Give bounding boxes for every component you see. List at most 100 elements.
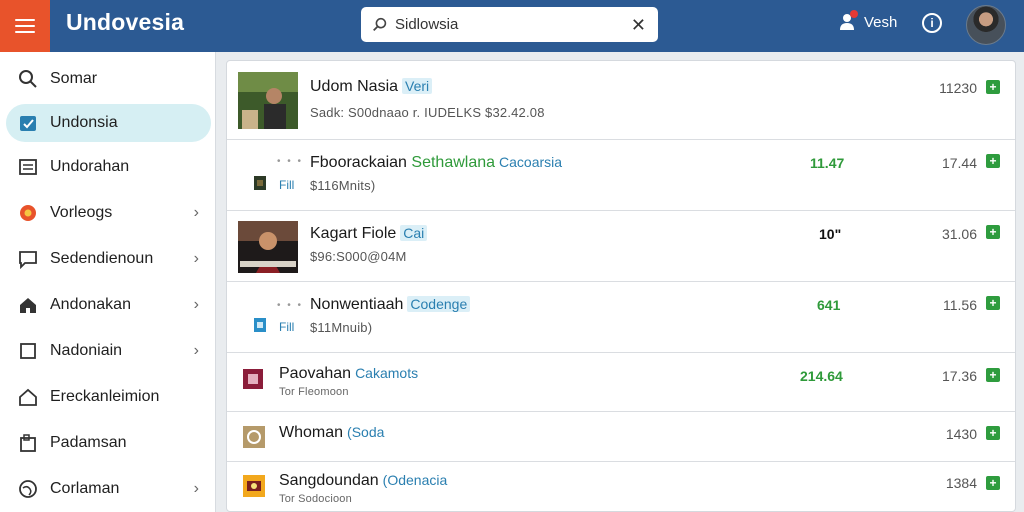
sidebar-item-label: Sedendienoun <box>50 250 154 267</box>
thumbnail-image <box>238 72 298 129</box>
item-title: Sangdoundan (Odenacia <box>279 472 448 489</box>
item-tag: Veri <box>402 78 433 94</box>
user-icon <box>840 10 858 30</box>
item-icon <box>243 369 263 389</box>
search-input[interactable] <box>395 16 631 33</box>
item-subtitle: $116Mnits) <box>310 178 376 193</box>
add-button[interactable]: + <box>986 296 1000 310</box>
item-value: 11230 <box>939 80 977 96</box>
item-tag: Cai <box>400 225 428 241</box>
item-value: 17.44 <box>941 155 977 171</box>
calendar-check-icon <box>18 113 38 133</box>
item-tag: Cakamots <box>355 365 419 381</box>
list-icon <box>18 157 38 177</box>
item-metric: 10" <box>819 226 842 242</box>
sidebar-item-sedendienoun[interactable]: Sedendienoun › <box>6 240 211 278</box>
item-icon <box>243 475 265 497</box>
sidebar-item-andonakan[interactable]: Andonakan › <box>6 286 211 324</box>
list-item[interactable]: Sangdoundan (Odenacia Tor Sodocioon 1384 … <box>227 462 1015 511</box>
add-button[interactable]: + <box>986 476 1000 490</box>
app-title: Undovesia <box>66 9 185 35</box>
avatar[interactable] <box>966 5 1006 45</box>
home-icon <box>18 295 38 315</box>
item-tag: (Soda <box>347 424 385 440</box>
sidebar-item-undorahan[interactable]: Undorahan <box>6 148 211 186</box>
item-title: Fboorackaian Sethawlana Cacoarsia <box>310 154 563 171</box>
sidebar-item-vorleogs[interactable]: Vorleogs › <box>6 194 211 232</box>
item-title: Udom Nasia Veri <box>310 78 433 96</box>
sidebar-item-ereckanleimion[interactable]: Ereckanleimion <box>6 378 211 416</box>
user-name: Vesh <box>864 13 898 31</box>
item-title: Nonwentiaah Codenge <box>310 296 471 314</box>
clear-search-icon[interactable]: ✕ <box>631 16 646 34</box>
item-value: 11.56 <box>943 297 977 313</box>
sidebar-item-label: Padamsan <box>50 434 127 451</box>
chevron-right-icon: › <box>193 250 199 267</box>
thumbnail-image <box>238 221 298 273</box>
message-icon <box>18 249 38 269</box>
user-menu[interactable]: Vesh <box>838 10 898 32</box>
results-list: Udom Nasia Veri Sadk: S00dnaao r. IUDELKS… <box>226 60 1016 512</box>
list-item[interactable]: Whoman (Soda 1430 + <box>227 412 1015 462</box>
sidebar-item-label: Corlaman <box>50 480 120 497</box>
sidebar-item-label: Ereckanleimion <box>50 388 160 405</box>
sidebar-item-label: Undorahan <box>50 158 130 175</box>
sidebar-item-padamsan[interactable]: Padamsan <box>6 424 211 462</box>
add-button[interactable]: + <box>986 225 1000 239</box>
item-metric: 214.64 <box>800 368 843 384</box>
flower-icon <box>18 203 38 223</box>
top-bar: Undovesia ✕ Vesh i <box>0 0 1024 52</box>
globe-icon <box>18 479 38 499</box>
list-item[interactable]: Paovahan Cakamots Tor Fleomoon 214.64 17.… <box>227 353 1015 412</box>
item-tag: Cacoarsia <box>499 154 563 170</box>
item-metric: 641 <box>817 297 841 313</box>
item-value: 31.06 <box>941 226 977 242</box>
house-outline-icon <box>18 387 38 407</box>
item-title: Whoman (Soda <box>279 424 385 441</box>
item-tag: Codenge <box>407 296 471 312</box>
hamburger-menu-icon[interactable] <box>0 0 50 52</box>
sidebar-item-undonsia[interactable]: Undonsia <box>6 104 211 142</box>
item-subtitle: Sadk: S00dnaao r. IUDELKS $32.42.08 <box>310 105 545 120</box>
document-icon <box>18 433 38 453</box>
search-icon <box>18 69 38 89</box>
item-title: Kagart Fiole Cai <box>310 225 428 243</box>
dots-icon: • • • <box>277 156 304 167</box>
item-subtitle: $96:S000@04M <box>310 249 407 264</box>
sidebar: Somar Undonsia Undorahan Vorleogs › Sede… <box>0 52 216 512</box>
item-title: Paovahan Cakamots <box>279 365 419 382</box>
list-item[interactable]: Udom Nasia Veri Sadk: S00dnaao r. IUDELKS… <box>227 61 1015 140</box>
search-box[interactable]: ✕ <box>361 7 658 42</box>
list-item[interactable]: Kagart Fiole Cai $96:S000@04M 10" 31.06 + <box>227 211 1015 282</box>
item-subtitle: Tor Sodocioon <box>279 493 352 505</box>
list-item[interactable]: • • • Fill Nonwentiaah Codenge $11Mnuib) … <box>227 282 1015 353</box>
item-icon <box>254 176 266 190</box>
sidebar-item-label: Vorleogs <box>50 204 113 221</box>
info-icon[interactable]: i <box>922 13 942 33</box>
fill-label: Fill <box>279 320 295 334</box>
item-tag: (Odenacia <box>382 472 448 488</box>
sidebar-item-somar[interactable]: Somar <box>6 60 211 98</box>
item-value: 17.36 <box>941 368 977 384</box>
item-icon <box>243 426 265 448</box>
list-item[interactable]: • • • Fill Fboorackaian Sethawlana Cacoar… <box>227 140 1015 211</box>
dots-icon: • • • <box>277 300 304 311</box>
sidebar-item-label: Nadoniain <box>50 342 123 359</box>
sidebar-item-nadoniain[interactable]: Nadoniain › <box>6 332 211 370</box>
sidebar-item-label: Undonsia <box>50 114 118 131</box>
item-value: 1430 <box>945 426 977 442</box>
item-subtitle: Tor Fleomoon <box>279 386 349 398</box>
fill-label: Fill <box>279 178 295 192</box>
add-button[interactable]: + <box>986 426 1000 440</box>
add-button[interactable]: + <box>986 154 1000 168</box>
add-button[interactable]: + <box>986 80 1000 94</box>
item-metric: 11.47 <box>810 155 845 171</box>
chevron-right-icon: › <box>193 342 199 359</box>
item-subtitle: $11Mnuib) <box>310 320 373 335</box>
item-icon <box>254 318 266 332</box>
square-icon <box>18 341 38 361</box>
add-button[interactable]: + <box>986 368 1000 382</box>
sidebar-item-corlaman[interactable]: Corlaman › <box>6 470 211 508</box>
chevron-right-icon: › <box>193 296 199 313</box>
sidebar-item-label: Somar <box>50 70 98 87</box>
